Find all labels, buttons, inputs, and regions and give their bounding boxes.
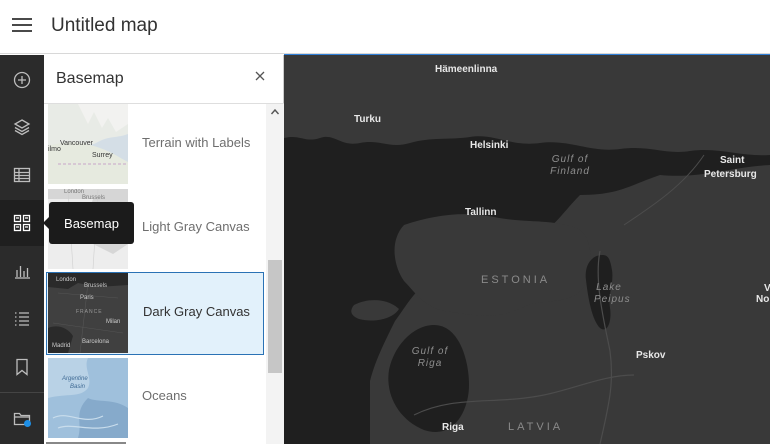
basemap-label: Terrain with Labels [142, 135, 251, 150]
close-button[interactable] [251, 69, 269, 87]
water-label-line: Peipus [594, 294, 631, 305]
map-title[interactable]: Untitled map [51, 15, 158, 37]
menu-icon[interactable] [12, 15, 34, 37]
basemap-thumbnail: Argentine Basin [48, 358, 128, 438]
layers-icon [13, 119, 31, 136]
water-label-line: Gulf of [411, 346, 449, 357]
thumb-label: Barcelona [82, 339, 110, 345]
basemap-tooltip: Basemap [43, 202, 134, 244]
thumb-label: Brussels [82, 195, 106, 201]
thumb-label: Milan [106, 319, 121, 325]
add-layer-button[interactable] [0, 57, 44, 103]
water-label-line: Lake [596, 282, 622, 293]
water-label-line: Gulf of [551, 154, 589, 165]
bookmarks-button[interactable] [0, 344, 44, 390]
water-label: Lake Peipus [594, 282, 631, 306]
thumb-label: Argentine [62, 376, 88, 382]
map-view[interactable]: Hämeenlinna Turku Helsinki Saint Petersb… [284, 55, 770, 444]
panel-title: Basemap [56, 70, 124, 87]
gallery-scrollbar[interactable] [266, 104, 284, 444]
bookmark-icon [16, 358, 28, 376]
city-label: V [764, 283, 770, 294]
city-label: Pskov [636, 350, 666, 361]
thumb-label: FRANCE [76, 309, 103, 315]
table-icon [13, 167, 31, 183]
thumb-label: Vancouver [60, 140, 93, 147]
layers-button[interactable] [0, 104, 44, 150]
thumb-label: ilmo [48, 146, 61, 153]
thumb-label: Brussels [84, 283, 108, 289]
legend-button[interactable] [0, 296, 44, 342]
water-label-line: Riga [417, 358, 443, 369]
water-label-line: Finland [550, 166, 590, 177]
basemap-thumbnail: Vancouver Surrey ilmo [48, 104, 128, 184]
basemap-oceans[interactable]: Argentine Basin Oceans [46, 357, 264, 440]
rail-divider [0, 392, 44, 393]
basemap-dark-gray-canvas[interactable]: London Brussels Paris FRANCE Milan Madri… [46, 272, 264, 355]
city-label: Petersburg [704, 169, 757, 180]
basemap-label: Dark Gray Canvas [143, 304, 250, 319]
legend-icon [15, 312, 29, 326]
panel-header: Basemap [44, 55, 284, 104]
water-label: Gulf of Riga [400, 346, 460, 370]
water-label: Gulf of Finland [540, 154, 600, 178]
city-label: Saint [720, 155, 745, 166]
basemap-thumbnail: London Brussels Paris FRANCE Milan Madri… [48, 273, 128, 353]
notification-dot [24, 420, 31, 427]
city-label: Hämeenlinna [435, 64, 498, 75]
left-toolbar [0, 55, 44, 444]
chevron-up-icon[interactable] [270, 107, 280, 117]
basemap-gallery: Vancouver Surrey ilmo Terrain with Label… [44, 104, 266, 444]
app-header: Untitled map [0, 0, 770, 54]
map-properties-button[interactable] [0, 395, 44, 441]
close-icon [255, 71, 265, 81]
table-button[interactable] [0, 152, 44, 198]
charts-icon [15, 266, 30, 279]
thumb-label: Madrid [52, 343, 71, 349]
charts-button[interactable] [0, 248, 44, 294]
city-label: Turku [354, 114, 382, 125]
basemap-button[interactable] [0, 200, 44, 246]
city-label: No [756, 294, 770, 305]
city-label: Tallinn [465, 207, 497, 218]
thumb-label: London [56, 277, 77, 283]
city-label: Helsinki [470, 140, 509, 151]
country-label: ESTONIA [481, 274, 551, 286]
add-icon [13, 71, 31, 89]
basemap-label: Light Gray Canvas [142, 219, 250, 234]
basemap-terrain-with-labels[interactable]: Vancouver Surrey ilmo Terrain with Label… [46, 104, 264, 187]
basemap-icon [13, 214, 31, 232]
scrollbar-thumb[interactable] [268, 260, 282, 373]
basemap-label: Oceans [142, 388, 187, 403]
thumb-label: Surrey [92, 152, 113, 159]
thumb-label: Basin [70, 384, 86, 390]
thumb-label: Paris [80, 295, 94, 301]
basemap-panel: Basemap Vancouver Surrey ilmo Terrain wi… [44, 55, 284, 444]
country-label: LATVIA [508, 421, 564, 433]
city-label: Riga [442, 422, 464, 433]
